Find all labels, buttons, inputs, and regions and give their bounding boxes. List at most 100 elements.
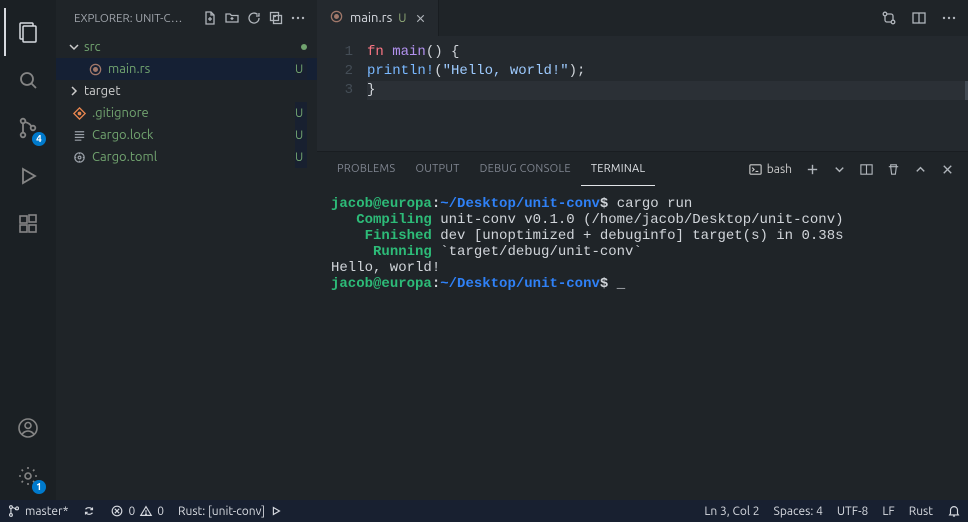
lncol: Ln 3, Col 2	[704, 505, 759, 518]
status-indent[interactable]: Spaces: 4	[767, 500, 830, 522]
line-number: 2	[317, 62, 353, 81]
tree-file-gitignore[interactable]: .gitignore U	[56, 102, 317, 124]
more-icon[interactable]	[938, 7, 960, 29]
tree-label: .gitignore	[92, 106, 295, 120]
terminal-output[interactable]: jacob@europa:~/Desktop/unit-conv$ cargo …	[317, 186, 968, 500]
tree-file-main-rs[interactable]: main.rs U	[56, 58, 317, 80]
tab-modified: U	[398, 12, 406, 25]
new-file-icon[interactable]	[199, 7, 221, 29]
tab-output[interactable]: OUTPUT	[405, 152, 469, 186]
git-file-icon	[70, 106, 88, 121]
tree-file-cargo-lock[interactable]: Cargo.lock U	[56, 124, 317, 146]
tree-label: src	[84, 40, 301, 54]
compare-changes-icon[interactable]	[878, 7, 900, 29]
macro: println!	[367, 63, 434, 79]
file-tree: src main.rs U target .gitignore U Cargo.…	[56, 36, 317, 500]
status-branch[interactable]: master*	[0, 500, 75, 522]
toml-file-icon	[70, 150, 88, 165]
term-cmd: cargo run	[608, 196, 692, 212]
keyword: fn	[367, 44, 384, 60]
tab-problems[interactable]: PROBLEMS	[327, 152, 405, 186]
tree-file-cargo-toml[interactable]: Cargo.toml U	[56, 146, 317, 168]
tree-label: Cargo.toml	[92, 150, 295, 164]
activity-search[interactable]	[4, 56, 52, 104]
shell-name: bash	[767, 163, 792, 176]
term-text: dev [unoptimized + debuginfo] target(s) …	[432, 228, 844, 244]
term-colon: :	[432, 196, 440, 212]
code-editor[interactable]: 1 2 3 fn main() { println!("Hello, world…	[317, 36, 968, 151]
term-compiling: Compiling	[356, 212, 432, 228]
close-icon[interactable]	[412, 10, 428, 26]
split-editor-icon[interactable]	[908, 7, 930, 29]
status-eol[interactable]: LF	[875, 500, 901, 522]
term-user: jacob	[331, 196, 373, 212]
bottom-panel: PROBLEMS OUTPUT DEBUG CONSOLE TERMINAL b…	[317, 151, 968, 500]
status-cursor[interactable]: Ln 3, Col 2	[697, 500, 766, 522]
branch-name: master*	[25, 505, 68, 518]
chevron-right-icon	[66, 85, 82, 97]
encoding: UTF-8	[837, 505, 868, 518]
term-text: `target/debug/unit-conv`	[432, 244, 642, 260]
language: Rust	[909, 505, 933, 518]
collapse-icon[interactable]	[265, 7, 287, 29]
term-user: jacob	[331, 276, 373, 292]
term-host: europa	[381, 196, 431, 212]
term-colon: :	[432, 276, 440, 292]
kill-terminal-icon[interactable]	[883, 158, 904, 180]
new-terminal-icon[interactable]	[802, 158, 823, 180]
tree-label: main.rs	[108, 62, 295, 76]
term-running: Running	[373, 244, 432, 260]
punct: );	[569, 63, 586, 79]
term-host: europa	[381, 276, 431, 292]
line-number: 3	[317, 81, 353, 100]
lock-file-icon	[70, 128, 88, 143]
tab-debug-console[interactable]: DEBUG CONSOLE	[470, 152, 581, 186]
close-panel-icon[interactable]	[937, 158, 958, 180]
terminal-dropdown-icon[interactable]	[829, 158, 850, 180]
panel-tabs: PROBLEMS OUTPUT DEBUG CONSOLE TERMINAL b…	[317, 152, 968, 186]
maximize-panel-icon[interactable]	[910, 158, 931, 180]
new-folder-icon[interactable]	[221, 7, 243, 29]
settings-badge: 1	[32, 480, 46, 494]
activity-extensions[interactable]	[4, 200, 52, 248]
more-icon[interactable]	[287, 7, 309, 29]
term-text: unit-conv v0.1.0 (/home/jacob/Desktop/un…	[432, 212, 844, 228]
git-status: U	[295, 124, 307, 146]
rust-file-icon	[86, 62, 104, 77]
status-notifications[interactable]	[940, 500, 968, 522]
activity-settings[interactable]: 1	[4, 452, 52, 500]
editor-tabbar: main.rs U	[317, 0, 968, 36]
activity-bar: 4 1	[0, 0, 56, 500]
terminal-shell-select[interactable]: bash	[744, 158, 796, 180]
explorer-header: EXPLORER: UNIT-C…	[56, 0, 317, 36]
explorer-title: EXPLORER: UNIT-C…	[74, 12, 199, 25]
error-count: 0	[128, 505, 135, 518]
scm-badge: 4	[32, 132, 46, 146]
punct: {	[443, 44, 460, 60]
split-terminal-icon[interactable]	[856, 158, 877, 180]
function-name: main	[392, 44, 426, 60]
string: "Hello, world!"	[443, 63, 569, 79]
warning-count: 0	[157, 505, 164, 518]
punct: ()	[426, 44, 443, 60]
status-problems[interactable]: 0 0	[103, 500, 171, 522]
activity-explorer[interactable]	[4, 8, 52, 56]
status-sync[interactable]	[75, 500, 103, 522]
term-cursor: _	[608, 276, 625, 292]
gutter: 1 2 3	[317, 36, 367, 151]
tab-label: main.rs	[350, 11, 392, 25]
tree-folder-src[interactable]: src	[56, 36, 317, 58]
status-rust-analyzer[interactable]: Rust: [unit-conv]	[171, 500, 290, 522]
tab-main-rs[interactable]: main.rs U	[317, 0, 439, 36]
status-encoding[interactable]: UTF-8	[830, 500, 875, 522]
activity-scm[interactable]: 4	[4, 104, 52, 152]
rust-file-icon	[329, 9, 344, 27]
tab-terminal[interactable]: TERMINAL	[581, 152, 656, 186]
tree-folder-target[interactable]: target	[56, 80, 317, 102]
activity-debug[interactable]	[4, 152, 52, 200]
git-status: U	[295, 146, 307, 168]
tree-label: target	[84, 84, 307, 98]
activity-account[interactable]	[4, 404, 52, 452]
status-language[interactable]: Rust	[902, 500, 940, 522]
refresh-icon[interactable]	[243, 7, 265, 29]
